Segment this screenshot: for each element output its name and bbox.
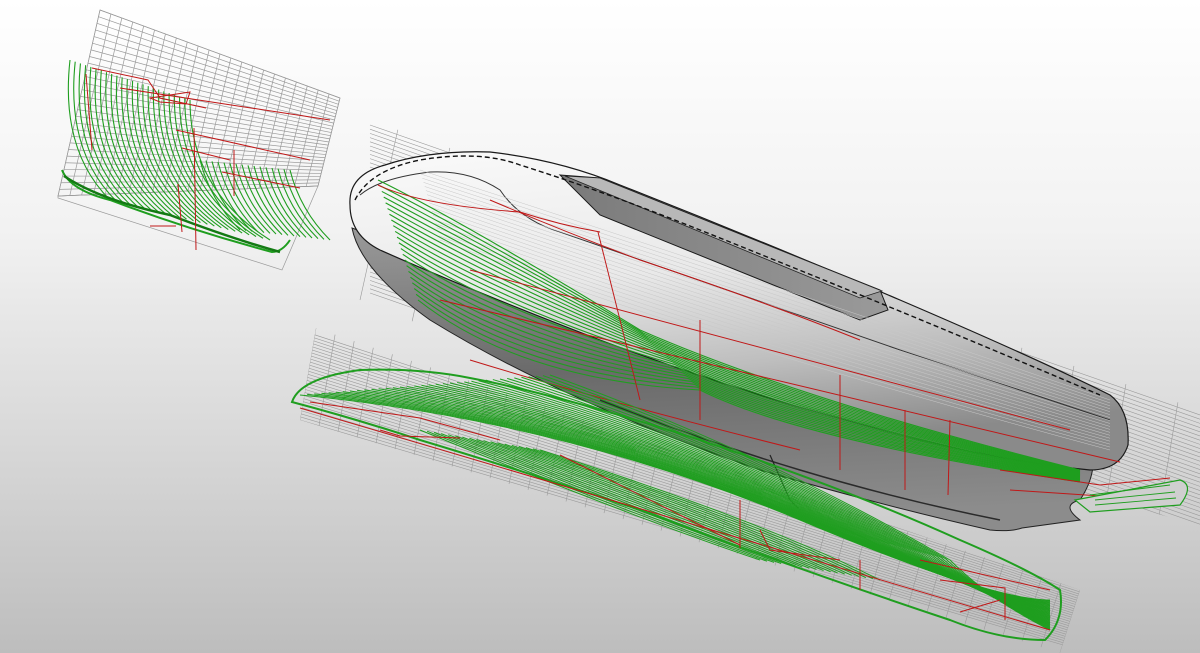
3d-viewport[interactable] (0, 0, 1200, 653)
grid-line (92, 42, 337, 115)
grid-line (99, 9, 341, 99)
body-plan-section (57, 9, 341, 271)
shaded-hull-model (349, 120, 1200, 532)
hull-lines-scene (57, 9, 1200, 653)
grid-line (98, 16, 340, 102)
grid-line (81, 89, 331, 137)
grid-line (1191, 407, 1200, 525)
grid-line (96, 22, 339, 105)
